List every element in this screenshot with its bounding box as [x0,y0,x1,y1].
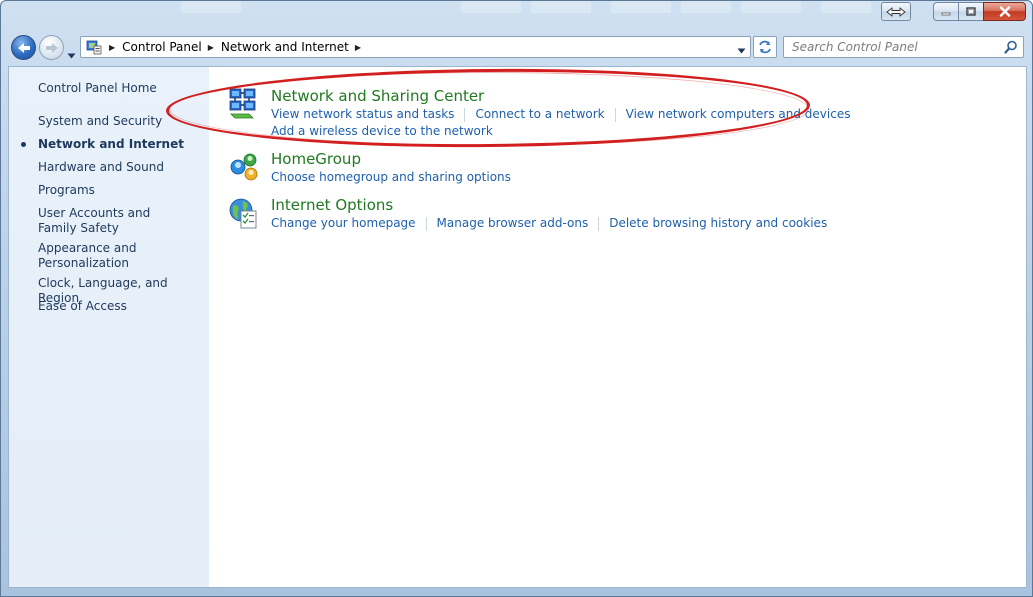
current-category-bullet [21,142,26,147]
forward-arrow-icon [45,42,58,53]
resize-arrows-button[interactable] [881,2,911,21]
sidebar-item-system-and-security[interactable]: System and Security [38,114,203,129]
control-panel-window: ▶ Control Panel ▶ Network and Internet ▶… [0,0,1033,597]
refresh-icon [759,40,771,54]
minimize-icon [941,12,951,15]
address-bar[interactable]: ▶ Control Panel ▶ Network and Internet ▶ [80,36,751,58]
navigation-bar: ▶ Control Panel ▶ Network and Internet ▶… [1,31,1032,64]
chevron-down-icon [67,53,76,59]
network-sharing-icon[interactable] [227,87,261,121]
internet-options-icon[interactable] [227,196,261,230]
close-icon [999,6,1010,17]
title-ghost [681,1,731,13]
address-history-dropdown[interactable] [737,43,746,57]
manage-browser-addons-link[interactable]: Manage browser add-ons [437,216,589,230]
network-and-sharing-center-tasks: View network status and tasks Connect to … [271,107,850,122]
view-network-status-link[interactable]: View network status and tasks [271,107,454,121]
internet-options-link[interactable]: Internet Options [271,196,393,214]
homegroup-link[interactable]: HomeGroup [271,150,361,168]
link-separator [614,107,616,122]
refresh-button[interactable] [753,36,777,58]
choose-homegroup-options-link[interactable]: Choose homegroup and sharing options [271,170,511,184]
title-ghost [531,1,591,13]
sidebar-item-programs[interactable]: Programs [38,183,203,198]
homegroup-tasks: Choose homegroup and sharing options [271,170,511,184]
recent-pages-dropdown[interactable] [67,44,76,63]
link-separator [425,216,427,231]
title-ghost [741,1,801,13]
breadcrumb-separator[interactable]: ▶ [109,43,115,52]
control-panel-icon [85,39,103,55]
view-network-computers-link[interactable]: View network computers and devices [626,107,851,121]
main-pane: Network and Sharing Center View network … [165,66,1026,587]
breadcrumb-separator[interactable]: ▶ [208,43,214,52]
search-placeholder: Search Control Panel [792,40,918,54]
delete-browsing-history-link[interactable]: Delete browsing history and cookies [609,216,827,230]
link-separator [598,216,600,231]
sidebar-item-control-panel-home[interactable]: Control Panel Home [38,81,203,96]
close-button[interactable] [983,2,1026,21]
chevron-down-icon [737,48,746,54]
network-and-sharing-center-link[interactable]: Network and Sharing Center [271,87,484,105]
caption-buttons [933,2,1026,21]
search-input[interactable]: Search Control Panel [783,36,1024,58]
sidebar-item-appearance[interactable]: Appearance and Personalization [38,241,138,271]
internet-options-tasks: Change your homepage Manage browser add-o… [271,216,827,231]
maximize-button[interactable] [958,2,984,21]
homegroup-icon[interactable] [227,150,261,184]
add-wireless-device-link[interactable]: Add a wireless device to the network [271,124,493,138]
title-ghost [821,1,871,13]
breadcrumb-separator[interactable]: ▶ [355,43,361,52]
title-ghost [181,1,241,13]
connect-to-network-link[interactable]: Connect to a network [475,107,604,121]
link-separator [464,107,466,122]
maximize-icon [966,6,976,16]
sidebar-item-user-accounts[interactable]: User Accounts and Family Safety [38,206,188,236]
navigation-pane: Control Panel Home System and Security N… [9,67,209,587]
search-icon[interactable] [1004,40,1018,57]
back-button[interactable] [11,35,36,60]
sidebar-item-ease-of-access[interactable]: Ease of Access [38,299,203,314]
sidebar-item-hardware-and-sound[interactable]: Hardware and Sound [38,160,203,175]
change-homepage-link[interactable]: Change your homepage [271,216,416,230]
back-arrow-icon [17,42,30,53]
content-area: Control Panel Home System and Security N… [8,66,1027,588]
network-and-sharing-center-tasks-2: Add a wireless device to the network [271,124,493,138]
title-ghost [461,1,521,13]
double-arrow-icon [886,6,906,17]
sidebar-item-network-and-internet[interactable]: Network and Internet [38,137,203,152]
forward-button[interactable] [39,35,64,60]
breadcrumb-control-panel[interactable]: Control Panel [122,40,202,54]
minimize-button[interactable] [933,2,959,21]
title-bar[interactable] [1,1,1032,31]
breadcrumb-network-and-internet[interactable]: Network and Internet [221,40,349,54]
title-ghost [611,1,671,13]
